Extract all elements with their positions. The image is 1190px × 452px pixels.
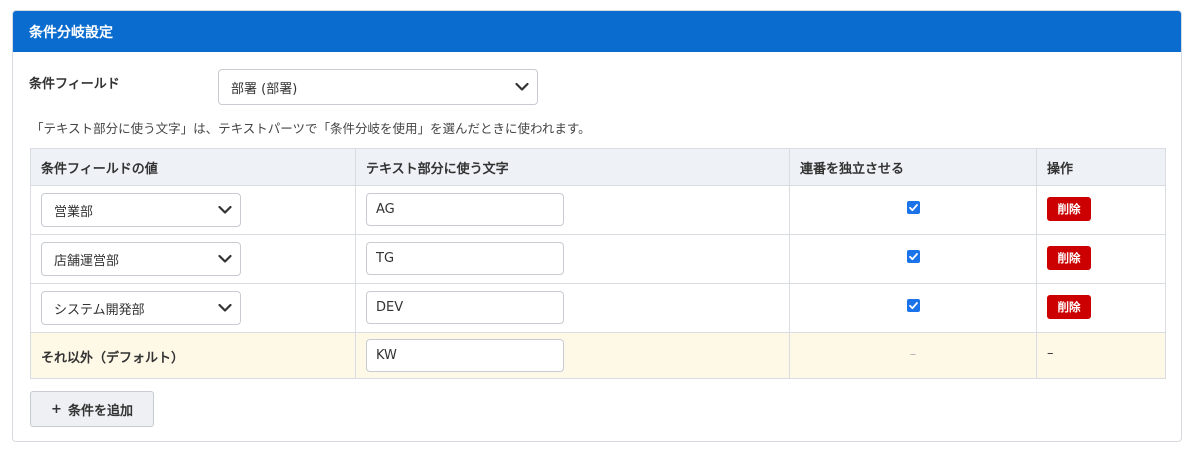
cell-independent: – — [789, 332, 1037, 379]
check-icon — [909, 302, 918, 310]
field-value-select[interactable]: 営業部 — [41, 193, 241, 227]
column-header-action: 操作 — [1036, 148, 1166, 186]
condition-field-label: 条件フィールド — [29, 77, 120, 92]
independent-checkbox[interactable] — [907, 201, 920, 214]
cell-text — [355, 283, 790, 333]
delete-button[interactable]: 削除 — [1047, 246, 1091, 270]
text-input[interactable] — [366, 242, 564, 275]
default-row: それ以外（デフォルト） – – — [30, 332, 1166, 379]
cell-default-label: それ以外（デフォルト） — [30, 332, 356, 379]
cell-text — [355, 185, 790, 235]
cell-action: 削除 — [1036, 234, 1166, 284]
chevron-down-icon — [218, 205, 232, 214]
cell-field-value: 営業部 — [30, 185, 356, 235]
chevron-down-icon — [218, 254, 232, 263]
usage-note: 「テキスト部分に使う文字」は、テキストパーツで「条件分岐を使用」を選んだときに使… — [31, 121, 591, 136]
add-condition-label: 条件を追加 — [67, 403, 133, 419]
column-header-field-value: 条件フィールドの値 — [30, 148, 356, 186]
cell-independent — [789, 283, 1037, 333]
cell-text — [355, 332, 790, 379]
cell-text — [355, 234, 790, 284]
delete-button[interactable]: 削除 — [1047, 197, 1091, 221]
plus-icon: + — [51, 401, 62, 417]
chevron-down-icon — [218, 303, 232, 312]
field-value-select-value: 営業部 — [54, 204, 94, 220]
field-value-select[interactable]: システム開発部 — [41, 291, 241, 325]
table-row: 営業部 削除 — [30, 185, 1166, 235]
field-value-select-value: システム開発部 — [54, 302, 145, 318]
cell-field-value: 店舗運営部 — [30, 234, 356, 284]
delete-button[interactable]: 削除 — [1047, 295, 1091, 319]
condition-table: 条件フィールドの値 テキスト部分に使う文字 連番を独立させる 操作 営業部 AG… — [30, 148, 1166, 379]
field-value-select-value: 店舗運営部 — [54, 253, 120, 269]
add-condition-button[interactable]: + 条件を追加 — [30, 391, 154, 427]
independent-checkbox[interactable] — [907, 299, 920, 312]
text-input[interactable] — [366, 291, 564, 324]
independent-placeholder: – — [909, 347, 917, 362]
condition-field-select[interactable]: 部署 (部署) — [218, 69, 538, 105]
condition-field-row: 条件フィールド 部署 (部署) — [29, 69, 729, 105]
condition-branch-panel: 条件分岐設定 条件フィールド 部署 (部署) 「テキスト部分に使う文字」は、テキ… — [12, 10, 1182, 442]
field-value-select[interactable]: 店舗運営部 — [41, 242, 241, 276]
condition-field-select-value: 部署 (部署) — [231, 81, 298, 97]
cell-field-value: システム開発部 — [30, 283, 356, 333]
text-input[interactable] — [366, 193, 564, 226]
default-text-input[interactable] — [366, 339, 564, 372]
table-row: システム開発部 削除 — [30, 283, 1166, 333]
check-icon — [909, 204, 918, 212]
panel-title: 条件分岐設定 — [29, 24, 113, 41]
chevron-down-icon — [515, 82, 529, 91]
cell-action: 削除 — [1036, 185, 1166, 235]
table-header-row: 条件フィールドの値 テキスト部分に使う文字 連番を独立させる 操作 — [30, 148, 1166, 186]
cell-action: – — [1036, 332, 1166, 379]
default-label: それ以外（デフォルト） — [41, 351, 185, 366]
independent-checkbox[interactable] — [907, 250, 920, 263]
column-header-independent: 連番を独立させる — [789, 148, 1037, 186]
table-row: 店舗運営部 削除 — [30, 234, 1166, 284]
panel-header: 条件分岐設定 — [13, 11, 1181, 52]
column-header-text: テキスト部分に使う文字 — [355, 148, 790, 186]
cell-independent — [789, 234, 1037, 284]
cell-independent — [789, 185, 1037, 235]
check-icon — [909, 253, 918, 261]
cell-action: 削除 — [1036, 283, 1166, 333]
action-placeholder: – — [1047, 346, 1054, 361]
